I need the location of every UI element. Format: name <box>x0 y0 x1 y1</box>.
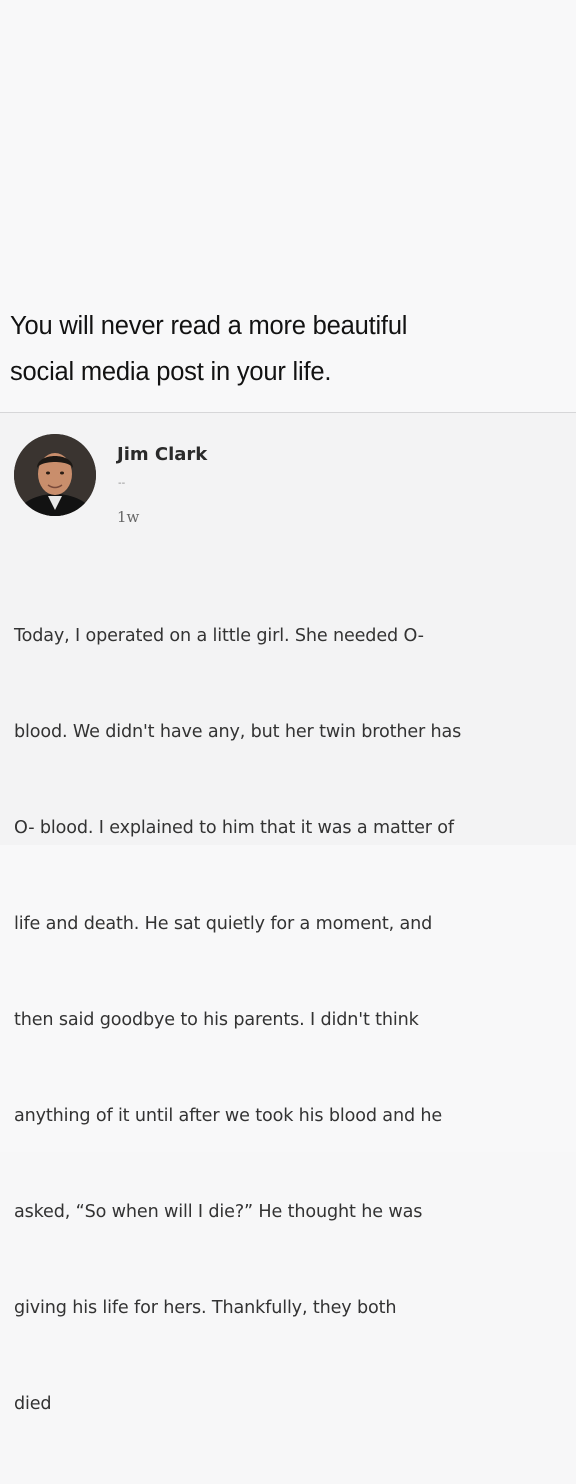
post-timestamp[interactable]: 1w <box>117 508 139 526</box>
avatar[interactable] <box>14 434 96 516</box>
author-subline: -- <box>118 478 126 489</box>
author-name[interactable]: Jim Clark <box>117 444 207 465</box>
meme-page: You will never read a more beautiful soc… <box>0 0 576 1414</box>
post-line: life and death. He sat quietly for a mom… <box>14 914 433 934</box>
headline-line-2: social media post in your life. <box>10 358 332 386</box>
post-line: died <box>14 1394 52 1414</box>
post-body: Today, I operated on a little girl. She … <box>14 556 576 1484</box>
post-line: giving his life for hers. Thankfully, th… <box>14 1298 397 1318</box>
headline: You will never read a more beautiful soc… <box>10 303 570 395</box>
post-line: anything of it until after we took his b… <box>14 1106 443 1126</box>
post-line: blood. We didn't have any, but her twin … <box>14 722 462 742</box>
post-line: then said goodbye to his parents. I didn… <box>14 1010 419 1030</box>
post-line: asked, “So when will I die?” He thought … <box>14 1202 423 1222</box>
avatar-photo-icon <box>14 434 96 516</box>
post-line: O- blood. I explained to him that it was… <box>14 818 454 838</box>
headline-line-1: You will never read a more beautiful <box>10 312 408 340</box>
post-line: Today, I operated on a little girl. She … <box>14 626 424 646</box>
